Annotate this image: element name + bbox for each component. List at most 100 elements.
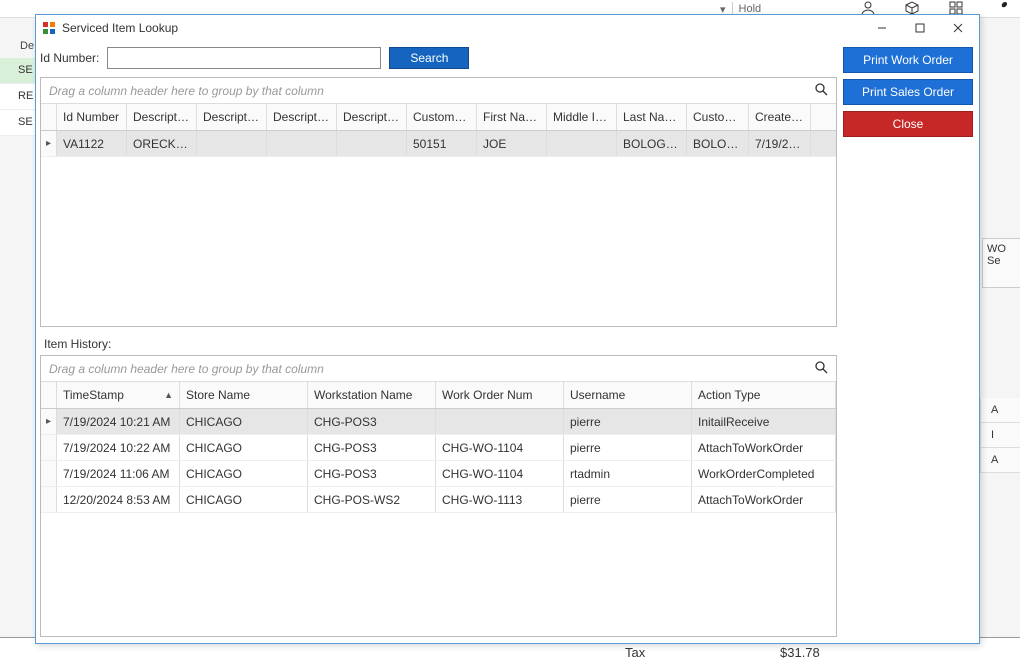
results-row[interactable]: ▸ VA1122 ORECK VA... 50151 JOE BOLOGNIA … [41,131,836,157]
row-indicator-header [41,382,57,408]
groupbar-hint: Drag a column header here to group by th… [49,362,324,376]
print-sales-order-button[interactable]: Print Sales Order [843,79,973,105]
background-right-tab: I [980,423,1020,448]
col-description3[interactable]: Description3 [267,104,337,130]
cell-store: CHICAGO [180,487,308,512]
col-username[interactable]: Username [564,382,692,408]
row-indicator-icon: ▸ [41,409,57,434]
cell-ts: 7/19/2024 10:21 AM [57,409,180,434]
cell-user: pierre [564,487,692,512]
cell-won: CHG-WO-1113 [436,487,564,512]
row-indicator-header [41,104,57,130]
col-description2[interactable]: Description2 [197,104,267,130]
cell-act: AttachToWorkOrder [692,435,836,460]
cell-act: WorkOrderCompleted [692,461,836,486]
col-description1[interactable]: Description1 [127,104,197,130]
cell-won [436,409,564,434]
cell-cd: 7/19/2024 [749,131,811,156]
print-work-order-button[interactable]: Print Work Order [843,47,973,73]
dialog-title: Serviced Item Lookup [62,21,178,35]
search-icon[interactable] [814,82,828,99]
background-side-row: SE [0,110,35,136]
cell-user: pierre [564,409,692,434]
cell-d3 [267,131,337,156]
cell-store: CHICAGO [180,461,308,486]
history-row[interactable]: 7/19/2024 10:22 AM CHICAGO CHG-POS3 CHG-… [41,435,836,461]
background-side-row: RE [0,84,35,110]
minimize-button[interactable] [863,16,901,40]
close-window-button[interactable] [939,16,977,40]
cell-ws: CHG-POS3 [308,435,436,460]
id-number-label: Id Number: [40,51,99,65]
background-right-panel: WO Se [982,238,1020,288]
row-indicator-icon [41,487,57,512]
background-right-tab: A [980,448,1020,473]
cell-ws: CHG-POS-WS2 [308,487,436,512]
col-store-name[interactable]: Store Name [180,382,308,408]
cell-ws: CHG-POS3 [308,461,436,486]
col-middle-initial[interactable]: Middle Initial [547,104,617,130]
history-grid: Drag a column header here to group by th… [40,355,837,637]
history-header-row: TimeStamp ▲ Store Name Workstation Name … [41,382,836,409]
background-right-tabs: A I A [980,398,1020,473]
background-side-row: SE [0,58,35,84]
cell-ws: CHG-POS3 [308,409,436,434]
id-number-input[interactable] [107,47,381,69]
col-description4[interactable]: Description4 [337,104,407,130]
cell-mi [547,131,617,156]
cell-id: VA1122 [57,131,127,156]
wrench-icon [992,0,1010,20]
background-right-tab: A [980,398,1020,423]
col-action-type[interactable]: Action Type [692,382,836,408]
row-indicator-icon [41,461,57,486]
background-side-list: SE RE SE [0,58,35,136]
search-icon[interactable] [814,360,828,377]
sort-asc-icon: ▲ [164,390,173,400]
cell-user: pierre [564,435,692,460]
col-timestamp[interactable]: TimeStamp ▲ [57,382,180,408]
cell-fn: JOE [477,131,547,156]
cell-cid: 50151 [407,131,477,156]
history-row[interactable]: 7/19/2024 11:06 AM CHICAGO CHG-POS3 CHG-… [41,461,836,487]
col-create-date[interactable]: Create Date [749,104,811,130]
cell-d2 [197,131,267,156]
results-grid: Drag a column header here to group by th… [40,77,837,327]
cell-won: CHG-WO-1104 [436,461,564,486]
cell-ca: BOLOGNI... [687,131,749,156]
tax-label: Tax [625,645,645,660]
cell-won: CHG-WO-1104 [436,435,564,460]
item-history-label: Item History: [44,337,837,351]
history-row[interactable]: 12/20/2024 8:53 AM CHICAGO CHG-POS-WS2 C… [41,487,836,513]
groupbar-hint: Drag a column header here to group by th… [49,84,324,98]
results-rows: ▸ VA1122 ORECK VA... 50151 JOE BOLOGNIA … [41,131,836,326]
background-right-panel-label: WO Se [987,243,1006,267]
col-customer-addr[interactable]: Customer ... [687,104,749,130]
cell-ts: 12/20/2024 8:53 AM [57,487,180,512]
cell-d1: ORECK VA... [127,131,197,156]
search-button[interactable]: Search [389,47,469,69]
cell-ts: 7/19/2024 11:06 AM [57,461,180,486]
results-header-row: Id Number Description1 Description2 Desc… [41,104,836,131]
col-workstation-name[interactable]: Workstation Name [308,382,436,408]
maximize-button[interactable] [901,16,939,40]
history-rows: ▸ 7/19/2024 10:21 AM CHICAGO CHG-POS3 pi… [41,409,836,636]
serviced-item-lookup-dialog: Serviced Item Lookup Id Number: Search [35,14,980,644]
cell-act: InitailReceive [692,409,836,434]
history-row[interactable]: ▸ 7/19/2024 10:21 AM CHICAGO CHG-POS3 pi… [41,409,836,435]
col-first-name[interactable]: First Name [477,104,547,130]
cell-store: CHICAGO [180,409,308,434]
cell-ts: 7/19/2024 10:22 AM [57,435,180,460]
col-timestamp-label: TimeStamp [63,388,124,402]
col-last-name[interactable]: Last Name [617,104,687,130]
cell-act: AttachToWorkOrder [692,487,836,512]
results-group-bar[interactable]: Drag a column header here to group by th… [41,78,836,104]
col-id-number[interactable]: Id Number [57,104,127,130]
cell-d4 [337,131,407,156]
app-icon [42,21,56,35]
dialog-titlebar[interactable]: Serviced Item Lookup [36,15,979,41]
close-button[interactable]: Close [843,111,973,137]
history-group-bar[interactable]: Drag a column header here to group by th… [41,356,836,382]
tax-value: $31.78 [780,645,820,660]
col-customer-id[interactable]: Customer Id [407,104,477,130]
col-work-order-num[interactable]: Work Order Num [436,382,564,408]
